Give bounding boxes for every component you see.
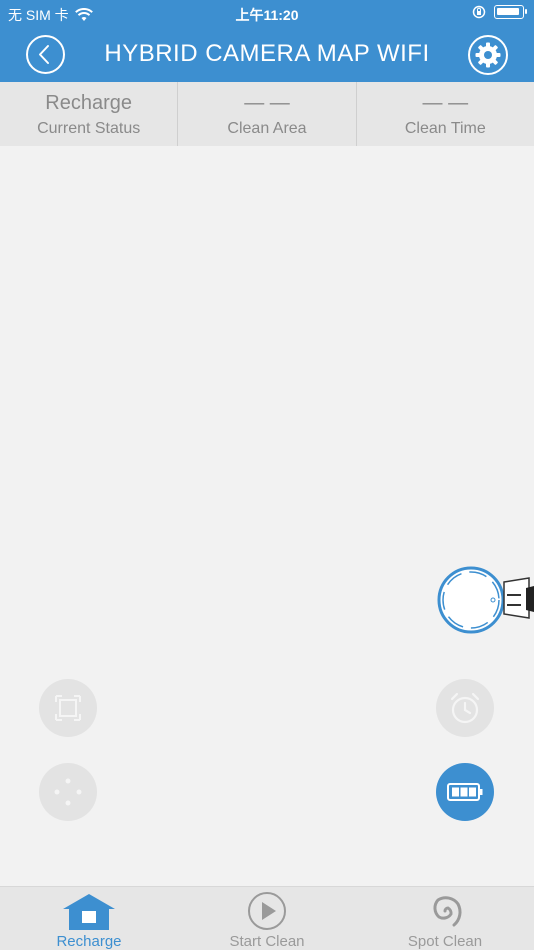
clean-area-label: Clean Area bbox=[227, 120, 307, 137]
page-title: HYBRID CAMERA MAP WIFI bbox=[104, 40, 430, 67]
alarm-clock-icon bbox=[450, 692, 480, 724]
status-panel: Recharge Current Status — — Clean Area —… bbox=[0, 82, 534, 146]
status-bar: 无 SIM 卡 上午11:20 bbox=[0, 0, 534, 28]
status-right bbox=[472, 5, 527, 19]
settings-button[interactable] bbox=[468, 35, 508, 75]
tab-spot-clean-label: Spot Clean bbox=[407, 933, 483, 950]
clean-area-cell: — — Clean Area bbox=[178, 82, 357, 146]
tab-spot-icon-wrap bbox=[424, 891, 466, 931]
clean-time-value: — — bbox=[422, 92, 469, 114]
clean-time-label: Clean Time bbox=[404, 120, 486, 137]
home-icon bbox=[63, 894, 115, 930]
clean-area-value: — — bbox=[244, 92, 290, 114]
current-status-cell: Recharge Current Status bbox=[0, 82, 179, 146]
status-time: 上午11:20 bbox=[235, 7, 299, 23]
top-bar: 无 SIM 卡 上午11:20 HYBRID CAMERA MAP WIFI bbox=[0, 0, 534, 82]
battery-level-icon bbox=[447, 783, 483, 801]
tab-start-icon-wrap bbox=[247, 891, 287, 931]
direction-pad-button[interactable] bbox=[39, 763, 97, 821]
robot-icon bbox=[437, 566, 534, 634]
tab-recharge-icon-wrap bbox=[62, 891, 116, 931]
frame-icon bbox=[55, 695, 81, 721]
schedule-button[interactable] bbox=[436, 679, 494, 737]
robot-marker bbox=[437, 566, 534, 641]
tab-spot-clean[interactable]: Spot Clean bbox=[356, 887, 534, 950]
clean-time-cell: — — Clean Time bbox=[357, 82, 534, 146]
tab-start-clean[interactable]: Start Clean bbox=[178, 887, 356, 950]
dpad-icon bbox=[54, 778, 82, 806]
area-select-button[interactable] bbox=[39, 679, 97, 737]
tab-recharge[interactable]: Recharge bbox=[0, 887, 178, 950]
tab-recharge-label: Recharge bbox=[56, 933, 122, 950]
current-status-value: Recharge bbox=[45, 92, 133, 114]
battery-status-button[interactable] bbox=[436, 763, 494, 821]
bottom-tab-bar: Recharge Start Clean Spot Clean bbox=[0, 886, 534, 950]
spiral-icon bbox=[433, 896, 462, 927]
gear-icon bbox=[475, 42, 501, 68]
tab-start-clean-label: Start Clean bbox=[229, 933, 305, 950]
battery-icon bbox=[494, 5, 527, 19]
orientation-lock-icon bbox=[472, 5, 486, 19]
current-status-label: Current Status bbox=[37, 120, 141, 137]
play-icon bbox=[248, 892, 286, 930]
